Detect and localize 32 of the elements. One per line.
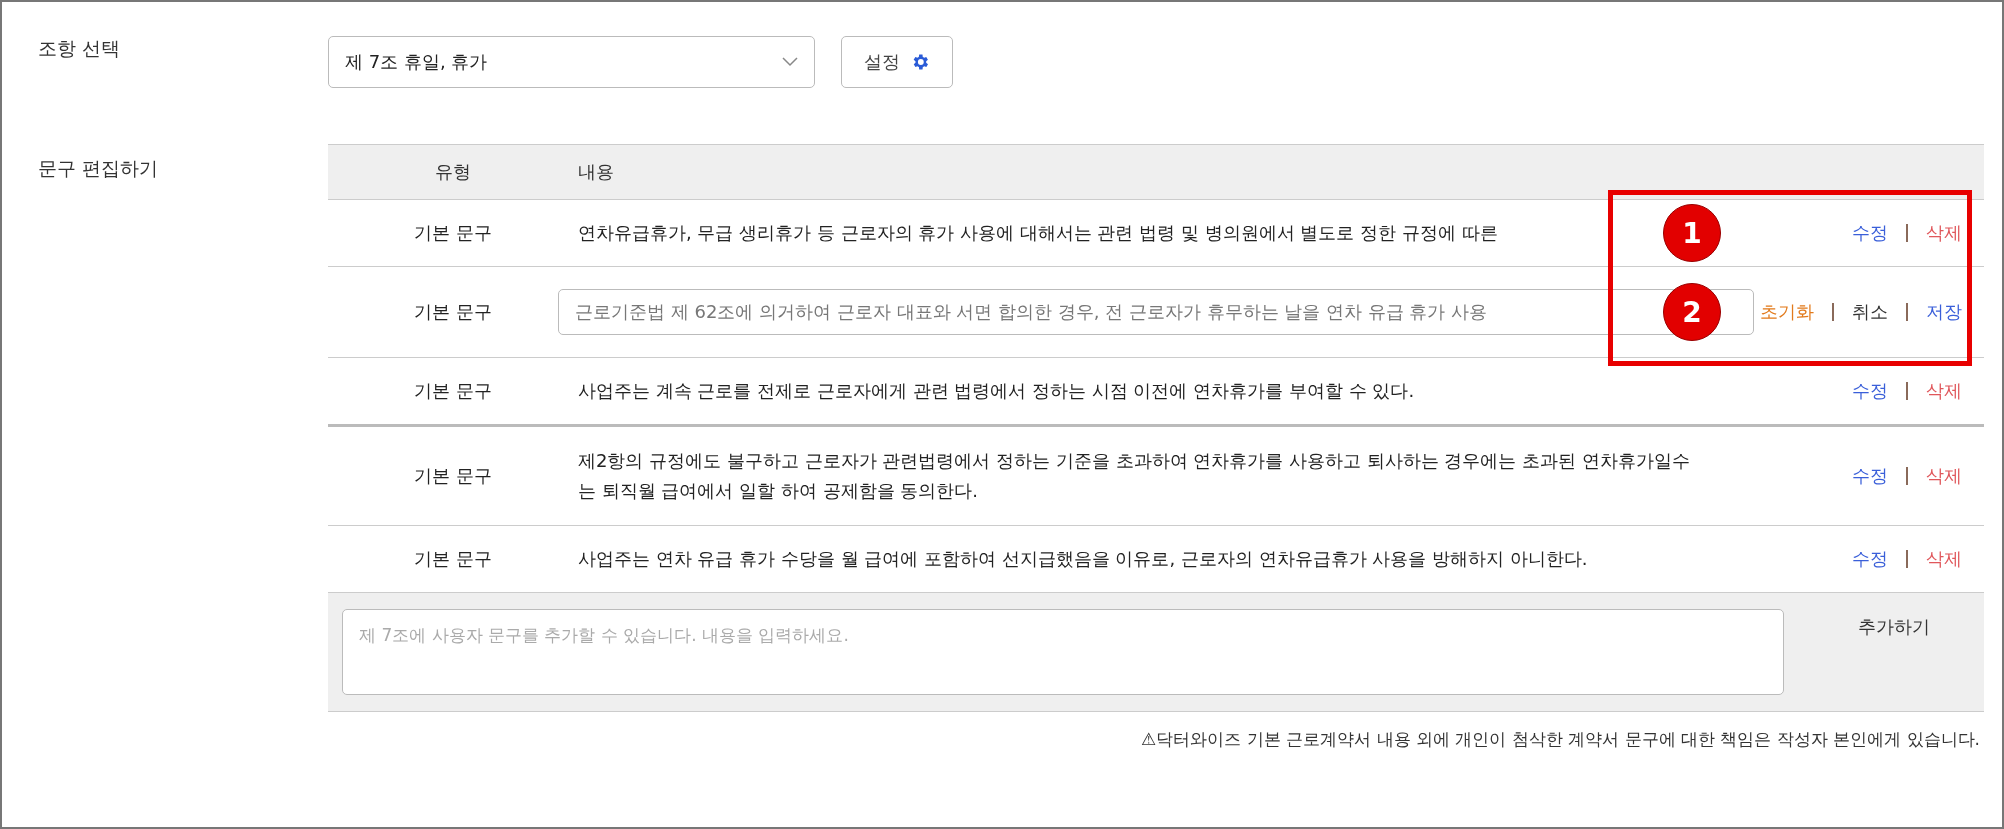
table-cell-text: 기본 문구 — [413, 379, 493, 403]
add-button[interactable]: 추가하기 — [1804, 609, 1984, 645]
edit-link[interactable]: 수정 — [1852, 221, 1888, 245]
notice-text: ⚠닥터와이즈 기본 근로계약서 내용 외에 개인이 첨삭한 계약서 문구에 대한 책임은 작성자 본인에게 있습니다. — [1141, 728, 1980, 751]
edit-link[interactable]: 수정 — [1852, 464, 1888, 488]
chevron-down-icon — [782, 57, 798, 67]
delete-link[interactable]: 삭제 — [1926, 221, 1962, 245]
delete-link[interactable]: 삭제 — [1926, 379, 1962, 403]
settings-button[interactable]: 설정 — [841, 36, 953, 88]
callout-badge: 2 — [1663, 283, 1721, 341]
table-cell-text: 기본 문구 — [413, 464, 493, 488]
table-cell-text: 사업주는 연차 유급 휴가 수당을 월 급여에 포함하여 선지급했음을 이유로, 근로자의 연차유급휴가 사용을 방해하지 아니한다. — [578, 547, 1588, 571]
add-text-field[interactable]: 제 7조에 사용자 문구를 추가할 수 있습니다. 내용을 입력하세요. — [342, 609, 1784, 695]
delete-link[interactable]: 삭제 — [1926, 547, 1962, 571]
article-select[interactable]: 제 7조 휴일, 휴가 — [328, 36, 815, 88]
table-cell-text: 연차유급휴가, 무급 생리휴가 등 근로자의 휴가 사용에 대해서는 관련 법령 및 병의원에서 별도로 정한 규정에 따른 — [578, 221, 1498, 245]
column-header: 내용 — [578, 160, 615, 184]
table-cell-text: 사업주는 계속 근로를 전제로 근로자에게 관련 법령에서 정하는 시점 이전에 연차휴가를 부여할 수 있다. — [578, 379, 1415, 403]
reset-link[interactable]: 초기화 — [1760, 300, 1814, 324]
callout-badge: 1 — [1663, 204, 1721, 262]
table-cell-text: 기본 문구 — [413, 300, 493, 324]
edit-link[interactable]: 수정 — [1852, 547, 1888, 571]
table-cell-text: 제2항의 규정에도 불구하고 근로자가 관련법령에서 정하는 기준을 초과하여 연차휴가를 사용하고 퇴사하는 경우에는 초과된 연차휴가일수는 퇴직월 급여에서 일할 하여 공제함을 동의한다. — [578, 449, 1691, 503]
delete-link[interactable]: 삭제 — [1926, 464, 1962, 488]
field-label: 문구 편집하기 — [38, 156, 160, 181]
save-link[interactable]: 저장 — [1926, 300, 1962, 324]
column-header: 유형 — [434, 160, 472, 184]
cancel-link[interactable]: 취소 — [1852, 300, 1888, 324]
edit-link[interactable]: 수정 — [1852, 379, 1888, 403]
table-cell-text: 기본 문구 — [413, 221, 493, 245]
field-label: 조항 선택 — [38, 36, 122, 61]
table-cell-text: 기본 문구 — [413, 547, 493, 571]
